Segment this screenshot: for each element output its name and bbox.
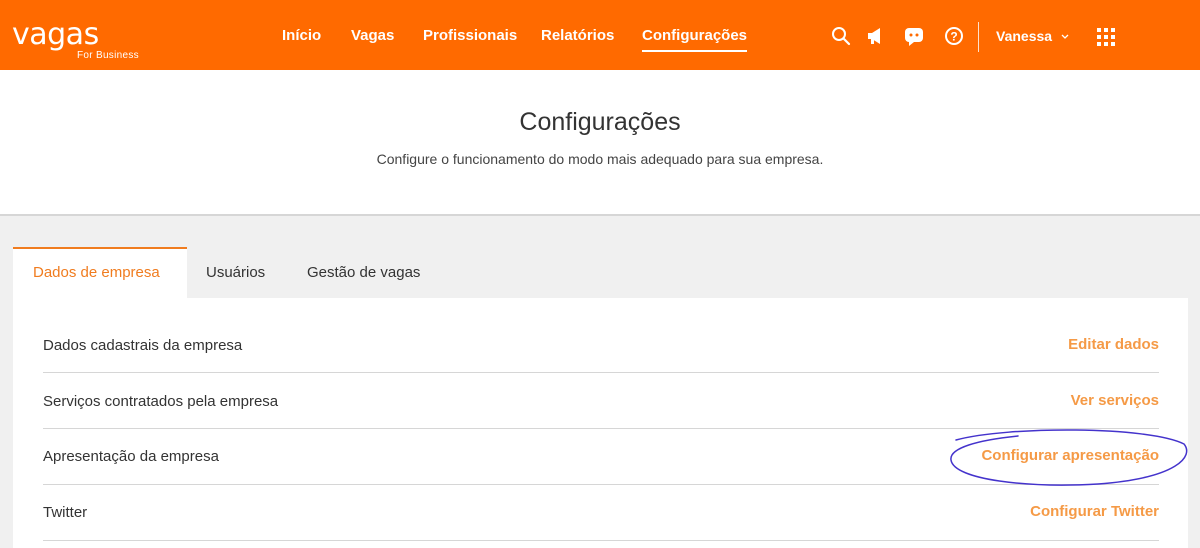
- vagas-logo[interactable]: vagas For Business: [12, 17, 139, 62]
- nav-item-profissionais[interactable]: Profissionais: [423, 27, 517, 44]
- help-icon[interactable]: ?: [944, 26, 964, 46]
- nav-item-vagas[interactable]: Vagas: [351, 27, 394, 44]
- megaphone-icon[interactable]: [866, 26, 886, 46]
- row-label: Serviços contratados pela empresa: [43, 393, 279, 410]
- nav-divider: [978, 22, 979, 52]
- logo-tagline: For Business: [77, 50, 139, 61]
- chat-icon[interactable]: [904, 26, 924, 46]
- row-label: Apresentação da empresa: [43, 448, 219, 465]
- user-menu[interactable]: Vanessa: [996, 28, 1052, 44]
- list-item: Dados cadastrais da empresa Editar dados: [43, 317, 1159, 373]
- list-item: Apresentação da empresa Configurar apres…: [43, 429, 1159, 485]
- svg-text:?: ?: [950, 30, 957, 44]
- list-item: Serviços contratados pela empresa Ver se…: [43, 373, 1159, 429]
- list-item: Twitter Configurar Twitter: [43, 485, 1159, 541]
- row-label: Twitter: [43, 504, 88, 521]
- view-services-link[interactable]: Ver serviços: [1071, 392, 1159, 409]
- top-navigation-bar: vagas For Business Início Vagas Profissi…: [0, 0, 1200, 70]
- row-label: Dados cadastrais da empresa: [43, 337, 243, 354]
- logo-wordmark: vagas: [12, 17, 99, 52]
- configure-presentation-link[interactable]: Configurar apresentação: [981, 447, 1159, 464]
- chevron-down-icon[interactable]: [1060, 29, 1070, 39]
- nav-item-relatorios[interactable]: Relatórios: [541, 27, 614, 44]
- page-subtitle: Configure o funcionamento do modo mais a…: [376, 151, 824, 167]
- tab-dados-de-empresa[interactable]: Dados de empresa: [13, 247, 187, 298]
- page-header: Configurações Configure o funcionamento …: [0, 70, 1200, 216]
- tab-gestao-de-vagas[interactable]: Gestão de vagas: [307, 247, 420, 298]
- page-title: Configurações: [519, 108, 681, 136]
- nav-item-inicio[interactable]: Início: [282, 27, 321, 44]
- company-data-panel: Dados cadastrais da empresa Editar dados…: [13, 298, 1188, 548]
- search-icon[interactable]: [831, 26, 851, 46]
- tab-usuarios[interactable]: Usuários: [206, 247, 265, 298]
- edit-data-link[interactable]: Editar dados: [1068, 336, 1159, 353]
- nav-item-configuracoes[interactable]: Configurações: [642, 27, 748, 52]
- apps-grid-icon[interactable]: [1097, 28, 1115, 46]
- configure-twitter-link[interactable]: Configurar Twitter: [1030, 503, 1159, 520]
